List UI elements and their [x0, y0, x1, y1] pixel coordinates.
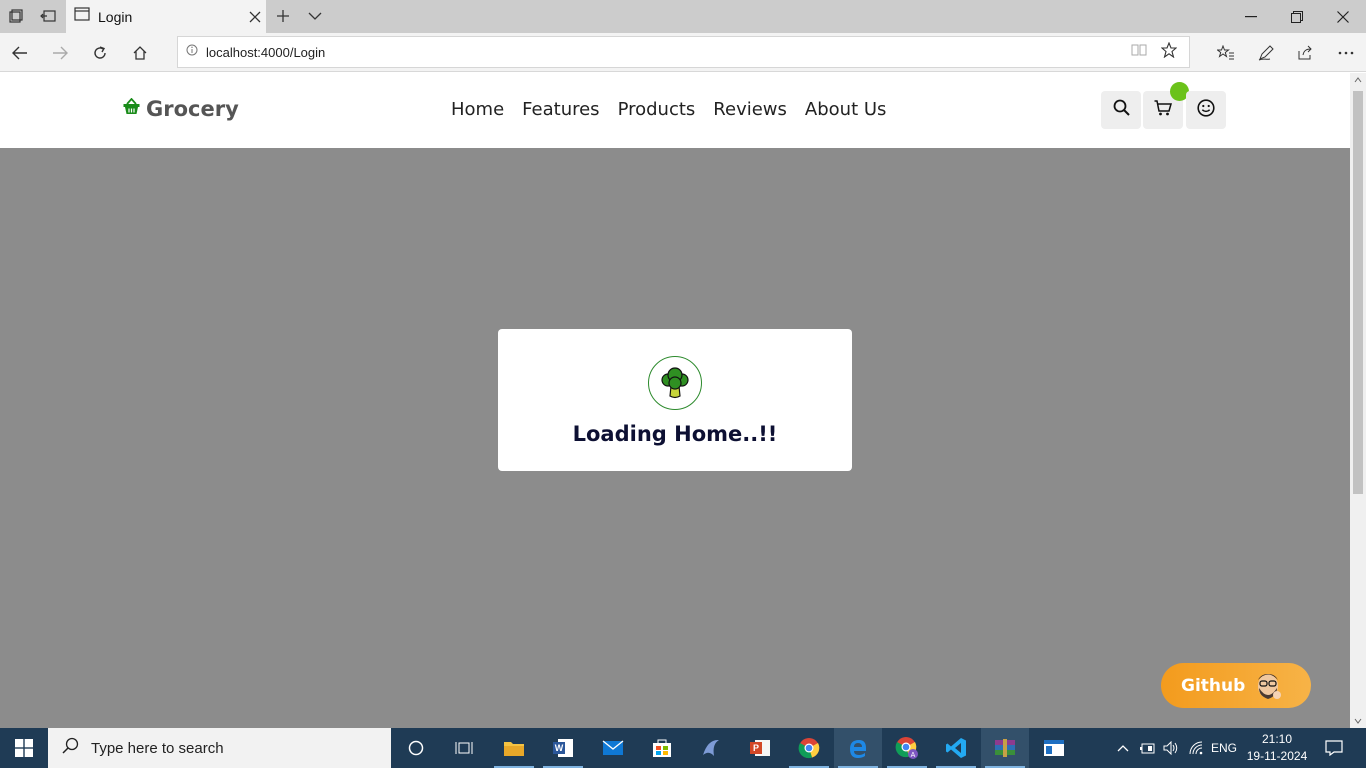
site-info-icon[interactable] — [186, 43, 198, 61]
svg-text:W: W — [555, 743, 564, 753]
site-header: Grocery Home Features Products Reviews A… — [0, 73, 1350, 148]
close-window-icon[interactable] — [1320, 0, 1366, 33]
back-icon[interactable] — [6, 39, 34, 67]
loading-card: Loading Home..!! — [498, 329, 852, 471]
tab-preview-chevron-icon[interactable] — [304, 5, 326, 27]
loading-message: Loading Home..!! — [572, 422, 778, 446]
svg-text:P: P — [753, 743, 759, 753]
set-aside-tabs-icon[interactable] — [37, 5, 59, 27]
refresh-icon[interactable] — [86, 39, 114, 67]
search-icon — [62, 737, 79, 759]
home-icon[interactable] — [126, 39, 154, 67]
close-tab-icon[interactable] — [244, 6, 266, 28]
github-button[interactable]: Github — [1161, 663, 1311, 708]
input-language[interactable]: ENG — [1208, 728, 1240, 768]
favorites-hub-icon[interactable] — [1212, 39, 1240, 67]
browser-tab-strip: Login — [0, 0, 1366, 33]
more-menu-icon[interactable] — [1332, 39, 1360, 67]
forward-icon[interactable] — [46, 39, 74, 67]
file-explorer-icon[interactable] — [490, 728, 538, 768]
mail-icon[interactable] — [589, 728, 637, 768]
nav-reviews[interactable]: Reviews — [713, 99, 787, 120]
clock-time: 21:10 — [1261, 732, 1293, 746]
scroll-thumb[interactable] — [1353, 91, 1363, 494]
page-scrollbar[interactable] — [1350, 73, 1366, 728]
word-icon[interactable]: W — [539, 728, 587, 768]
broccoli-icon — [648, 356, 702, 410]
battery-icon[interactable] — [1136, 728, 1158, 768]
nav-products[interactable]: Products — [618, 99, 696, 120]
system-clock[interactable]: 21:10 19-11-2024 — [1244, 731, 1310, 765]
share-icon[interactable] — [1291, 39, 1319, 67]
cortana-icon[interactable] — [392, 728, 440, 768]
network-icon[interactable] — [1185, 728, 1207, 768]
browser-toolbar: localhost:4000/Login — [0, 33, 1366, 72]
volume-icon[interactable] — [1160, 728, 1182, 768]
user-button[interactable] — [1186, 91, 1226, 129]
url-text: localhost:4000/Login — [206, 44, 326, 60]
nav-home[interactable]: Home — [451, 99, 504, 120]
active-tab[interactable]: Login — [66, 0, 266, 33]
scroll-down-icon[interactable] — [1354, 718, 1362, 724]
web-note-pen-icon[interactable] — [1252, 39, 1280, 67]
powerpoint-icon[interactable]: P — [736, 728, 784, 768]
windows-start-icon[interactable] — [0, 728, 48, 768]
task-view-icon[interactable] — [440, 728, 488, 768]
windows-taskbar: Type here to search W P A ENG 21:10 19-1… — [0, 728, 1366, 768]
edge-icon[interactable] — [834, 728, 882, 768]
site-logo[interactable]: Grocery — [123, 97, 239, 121]
chrome-icon[interactable] — [785, 728, 833, 768]
nav-features[interactable]: Features — [522, 99, 599, 120]
address-bar[interactable]: localhost:4000/Login — [177, 36, 1190, 68]
brand-name: Grocery — [146, 97, 239, 121]
search-icon — [1113, 99, 1130, 121]
chrome-profile-icon[interactable]: A — [883, 728, 931, 768]
main-nav: Home Features Products Reviews About Us — [451, 99, 904, 120]
page-viewport: Grocery Home Features Products Reviews A… — [0, 73, 1350, 728]
scroll-up-icon[interactable] — [1354, 77, 1362, 83]
favorite-star-icon[interactable] — [1160, 41, 1178, 63]
avatar-emoji-icon — [1251, 668, 1285, 702]
basket-icon — [123, 97, 140, 120]
show-hidden-icons-chevron-icon[interactable] — [1112, 728, 1134, 768]
dolphin-app-icon[interactable] — [687, 728, 735, 768]
winrar-icon[interactable] — [981, 728, 1029, 768]
new-tab-icon[interactable] — [272, 5, 294, 27]
restore-icon[interactable] — [1274, 0, 1320, 33]
action-center-icon[interactable] — [1320, 728, 1348, 768]
microsoft-store-icon[interactable] — [638, 728, 686, 768]
search-button[interactable] — [1101, 91, 1141, 129]
tab-manager-icon[interactable] — [5, 5, 27, 27]
github-label: Github — [1181, 675, 1246, 696]
app-window-icon[interactable] — [1030, 728, 1078, 768]
minimize-icon[interactable] — [1228, 0, 1274, 33]
tab-title: Login — [98, 8, 133, 25]
clock-date: 19-11-2024 — [1246, 749, 1308, 763]
svg-text:A: A — [911, 752, 916, 759]
reading-view-icon[interactable] — [1131, 43, 1147, 62]
nav-about-us[interactable]: About Us — [805, 99, 887, 120]
taskbar-search-box[interactable]: Type here to search — [48, 728, 391, 768]
cart-icon — [1154, 99, 1172, 121]
taskbar-search-placeholder: Type here to search — [91, 739, 224, 757]
smile-icon — [1197, 98, 1215, 122]
page-icon — [74, 7, 90, 26]
vscode-icon[interactable] — [932, 728, 980, 768]
